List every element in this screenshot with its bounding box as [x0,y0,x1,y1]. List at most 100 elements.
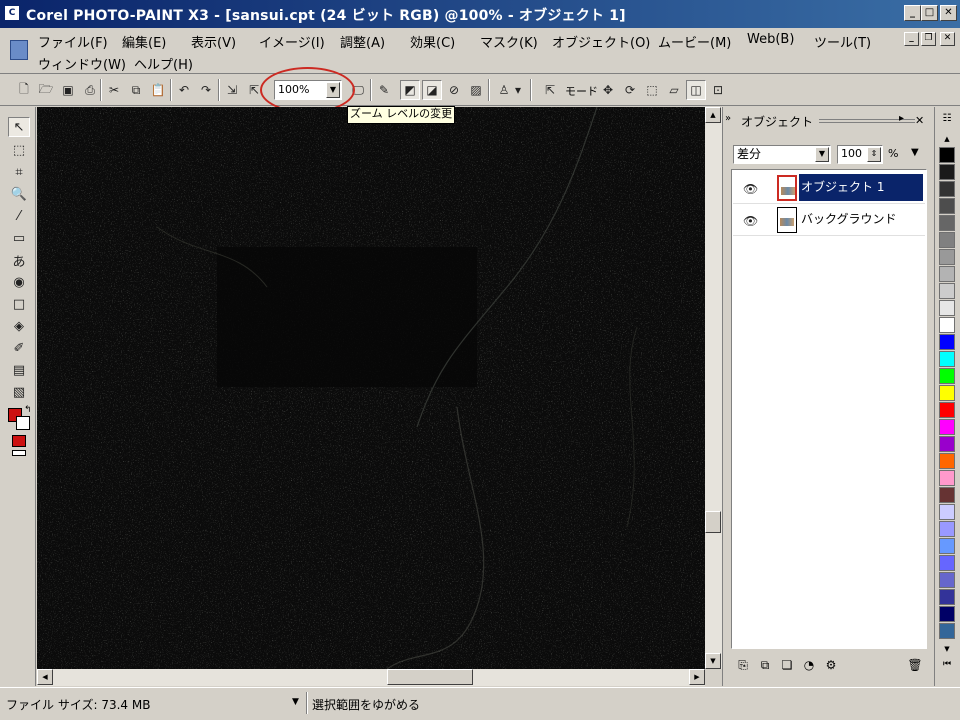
menu-edit[interactable]: 編集(E) [120,32,168,51]
vertical-scrollbar[interactable]: ▲ ▼ [705,107,722,669]
object-properties-icon[interactable]: ⚙ [821,655,841,675]
zoom-tool-icon[interactable]: 🔍 [8,184,30,204]
palette-menu-icon[interactable]: ☷ [939,113,955,129]
background-color-swatch[interactable] [16,416,30,430]
palette-swatch[interactable] [939,317,955,333]
image-sprayer-tool-icon[interactable]: ▧ [8,382,30,402]
redo-icon[interactable]: ↷ [196,80,216,100]
maximize-button[interactable]: □ [921,5,938,21]
eyedropper-tool-icon[interactable]: ⁄ [8,206,30,226]
crop-tool-icon[interactable]: ⌗ [8,162,30,182]
palette-swatch[interactable] [939,589,955,605]
palette-swatch[interactable] [939,487,955,503]
rotate-icon[interactable]: ⟳ [620,80,640,100]
chevron-down-icon[interactable]: ▼ [326,82,340,98]
palette-swatch[interactable] [939,385,955,401]
open-icon[interactable]: 🗁 [36,80,56,100]
zoom-level-combo[interactable]: 100% ▼ [274,80,342,100]
paint-tool-icon[interactable]: ✐ [8,338,30,358]
palette-swatch[interactable] [939,368,955,384]
brush-icon[interactable]: ✎ [374,80,394,100]
doc-close-button[interactable]: ✕ [940,32,955,46]
eye-icon[interactable]: 👁 [743,182,758,196]
show-mask-marquee-icon[interactable]: ◪ [422,80,442,100]
eraser-tool-icon[interactable]: ▭ [8,228,30,248]
create-object-icon[interactable]: ⧉ [755,655,775,675]
doc-restore-button[interactable]: ❐ [921,32,936,46]
pick-tool-icon[interactable]: ↖ [8,117,30,137]
paste-icon[interactable]: 📋 [148,80,168,100]
rectangle-tool-icon[interactable]: □ [8,294,30,314]
palette-swatch[interactable] [939,300,955,316]
full-screen-icon[interactable]: 🖵 [348,80,368,100]
print-icon[interactable]: ⎙ [80,80,100,100]
menu-mask[interactable]: マスク(K) [478,32,540,51]
object-name[interactable]: バックグラウンド [799,206,923,233]
palette-scroll-up-icon[interactable]: ▲ [939,135,955,143]
export-icon[interactable]: ⇱ [244,80,264,100]
scroll-left-icon[interactable]: ◀ [37,669,53,685]
menu-help[interactable]: ヘルプ(H) [132,54,195,73]
palette-swatch[interactable] [939,198,955,214]
docker-close-icon[interactable]: ✕ [915,114,924,127]
palette-swatch[interactable] [939,521,955,537]
app-icon[interactable]: C [4,5,20,21]
combine-objects-icon[interactable]: ❏ [777,655,797,675]
palette-swatch[interactable] [939,453,955,469]
palette-swatch[interactable] [939,538,955,554]
swap-colors-icon[interactable]: ↰ [24,405,34,415]
eye-icon[interactable]: 👁 [743,214,758,228]
palette-swatch[interactable] [939,436,955,452]
app-launcher-icon[interactable]: ♙ [494,80,514,100]
paper-color-swatch[interactable] [12,450,26,456]
undo-icon[interactable]: ↶ [174,80,194,100]
save-icon[interactable]: ▣ [58,80,78,100]
palette-swatch[interactable] [939,606,955,622]
scroll-down-icon[interactable]: ▼ [705,653,721,669]
doc-minimize-button[interactable]: _ [904,32,919,46]
menu-web[interactable]: Web(B) [745,32,796,47]
menu-window[interactable]: ウィンドウ(W) [36,54,128,73]
red-eye-tool-icon[interactable]: ◉ [8,272,30,292]
scale-icon[interactable]: ⬚ [642,80,662,100]
palette-swatch[interactable] [939,181,955,197]
palette-swatch[interactable] [939,215,955,231]
palette-swatch[interactable] [939,623,955,639]
object-pick-help-icon[interactable]: ⇱ [540,80,560,100]
menu-object[interactable]: オブジェクト(O) [550,32,652,51]
palette-swatch[interactable] [939,504,955,520]
palette-swatch[interactable] [939,572,955,588]
chevron-down-icon[interactable]: ▼ [815,147,829,162]
copy-icon[interactable]: ⧉ [126,80,146,100]
menu-view[interactable]: 表示(V) [189,32,238,51]
lens-icon[interactable]: ◔ [799,655,819,675]
scroll-right-icon[interactable]: ▶ [689,669,705,685]
horizontal-scrollbar[interactable]: ◀ ▶ [37,669,705,686]
palette-swatch[interactable] [939,249,955,265]
palette-swatch[interactable] [939,470,955,486]
docker-menu-icon[interactable]: ▸ [899,113,904,124]
document-icon[interactable] [10,40,28,60]
object-row[interactable]: 👁 オブジェクト 1 [733,172,925,204]
skew-icon[interactable]: ▱ [664,80,684,100]
fill-tool-icon[interactable]: ◈ [8,316,30,336]
title-bar[interactable]: C Corel PHOTO-PAINT X3 - [sansui.cpt (24… [0,0,960,28]
docker-collapse-icon[interactable]: » [725,113,731,124]
import-icon[interactable]: ⇲ [222,80,242,100]
show-object-marquee-icon[interactable]: ◩ [400,80,420,100]
palette-swatch[interactable] [939,555,955,571]
blend-mode-select[interactable]: 差分 ▼ [733,145,831,164]
new-icon[interactable]: 🗋 [14,80,34,100]
mask-tool-icon[interactable]: ⬚ [8,140,30,160]
palette-swatch[interactable] [939,232,955,248]
object-name[interactable]: オブジェクト 1 [799,174,923,201]
status-dropdown-icon[interactable]: ▼ [292,697,299,707]
chevron-down-icon[interactable]: ▼ [911,147,919,158]
object-row[interactable]: 👁 バックグラウンド [733,204,925,236]
palette-swatch[interactable] [939,351,955,367]
effect-tool-icon[interactable]: ▤ [8,360,30,380]
fill-color-swatch[interactable] [12,435,26,447]
palette-swatch[interactable] [939,334,955,350]
palette-swatch[interactable] [939,147,955,163]
trash-icon[interactable]: 🗑 [905,655,925,675]
